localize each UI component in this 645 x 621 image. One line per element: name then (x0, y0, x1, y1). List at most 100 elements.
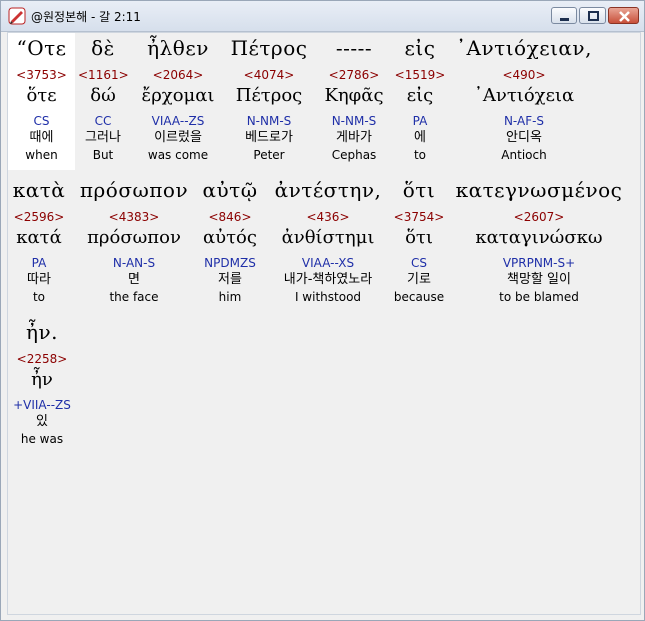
word-2[interactable]: δὲ <1161> δώ CC 그러나 But (78, 33, 129, 163)
lemma-text: ὅτι (405, 227, 433, 248)
word-4[interactable]: Πέτρος <4074> Πέτρος N-NM-S 베드로가 Peter (226, 33, 312, 163)
english-gloss: I withstood (294, 290, 362, 304)
greek-text: ἀντέστην, (274, 178, 382, 202)
korean-gloss: 기로 (407, 272, 431, 287)
greek-text: ὅτι (402, 178, 436, 202)
strong-number: <3753> (16, 68, 67, 82)
lemma-text: ὅτε (26, 85, 57, 106)
korean-gloss: 있 (36, 414, 48, 429)
korean-gloss: 그러나 (85, 130, 121, 145)
english-gloss: when (25, 148, 58, 162)
korean-gloss: 따라 (27, 272, 51, 287)
greek-text: ἦλθεν (147, 36, 209, 60)
parsing-code: PA (412, 114, 428, 128)
parsing-code: NPDMZS (204, 256, 256, 270)
word-11[interactable]: ἀντέστην, <436> ἀνθίστημι VIAA--XS 내가-책하… (270, 175, 386, 305)
parsing-code: CS (33, 114, 50, 128)
lemma-text: πρόσωπον (87, 227, 181, 248)
word-6[interactable]: εἰς <1519> εἰς PA 에 to (393, 33, 447, 163)
greek-text: ----- (335, 36, 373, 60)
close-icon (619, 11, 630, 22)
english-gloss: he was (20, 432, 64, 446)
english-gloss: to (413, 148, 427, 162)
strong-number: <846> (208, 210, 252, 224)
korean-gloss: 때에 (29, 130, 54, 145)
strong-number: <2786> (328, 68, 380, 82)
parsing-code: VPRPNM-S+ (502, 256, 576, 270)
strong-number: <2596> (13, 210, 65, 224)
greek-text: κατεγνωσμένος (455, 178, 623, 202)
lemma-text: Πέτρος (235, 85, 303, 106)
parsing-code: N-AF-S (503, 114, 545, 128)
english-gloss: because (393, 290, 445, 304)
greek-text: αὐτῷ (202, 178, 258, 202)
word-14[interactable]: ἦν. <2258> ἦν +VIIA--ZS 있 he was (8, 317, 76, 447)
greek-text: πρόσωπον (79, 178, 189, 202)
word-3[interactable]: ἦλθεν <2064> ἔρχομαι VIAA--ZS 이르렀을 was c… (136, 33, 220, 163)
word-8[interactable]: κατὰ <2596> κατά PA 따라 to (8, 175, 70, 305)
word-1[interactable]: “Οτε <3753> ὅτε CS 때에 when (8, 33, 75, 170)
parsing-code: N-NM-S (246, 114, 292, 128)
parsing-code: N-AN-S (112, 256, 156, 270)
english-gloss: Antioch (501, 148, 547, 162)
english-gloss: Peter (253, 148, 285, 162)
pen-app-icon (8, 7, 26, 25)
english-gloss: the face (109, 290, 159, 304)
interlinear-panel[interactable]: “Οτε <3753> ὅτε CS 때에 when δὲ <1161> δώ … (7, 32, 641, 615)
title-bar[interactable]: @원정본해 - 갈 2:11 (1, 1, 644, 32)
greek-text: ᾿Αντιόχειαν, (456, 36, 592, 60)
korean-gloss: 안디옥 (506, 130, 542, 145)
strong-number: <4383> (108, 210, 160, 224)
word-9[interactable]: πρόσωπον <4383> πρόσωπον N-AN-S 면 the fa… (78, 175, 190, 305)
parsing-code: CS (411, 256, 427, 270)
english-gloss: But (92, 148, 114, 162)
korean-gloss: 게바가 (336, 130, 372, 145)
greek-text: εἰς (404, 36, 436, 60)
lemma-text: αὐτός (203, 227, 257, 248)
lemma-text: καταγινώσκω (475, 227, 603, 248)
lemma-text: ἦν (31, 369, 53, 390)
maximize-icon (588, 11, 599, 21)
window-title: @원정본해 - 갈 2:11 (31, 10, 141, 24)
strong-number: <436> (306, 210, 350, 224)
strong-number: <1519> (394, 68, 446, 82)
lemma-text: Κηφᾶς (324, 85, 384, 106)
greek-text: κατὰ (12, 178, 66, 202)
parsing-code: N-NM-S (331, 114, 377, 128)
app-window: @원정본해 - 갈 2:11 “Οτε <3753> ὅτε CS 때에 whe… (0, 0, 645, 621)
word-12[interactable]: ὅτι <3754> ὅτι CS 기로 because (390, 175, 448, 305)
lemma-text: δώ (90, 85, 116, 106)
korean-gloss: 내가-책하였노라 (283, 272, 373, 287)
word-7[interactable]: ᾿Αντιόχειαν, <490> ᾿Αντιόχεια N-AF-S 안디옥… (454, 33, 594, 163)
strong-number: <2064> (152, 68, 204, 82)
english-gloss: Cephas (331, 148, 377, 162)
greek-text: Πέτρος (230, 36, 308, 60)
word-5[interactable]: ----- <2786> Κηφᾶς N-NM-S 게바가 Cephas (320, 33, 388, 163)
english-gloss: to (32, 290, 46, 304)
greek-text: ἦν. (26, 320, 58, 344)
word-10[interactable]: αὐτῷ <846> αὐτός NPDMZS 저를 him (196, 175, 264, 305)
strong-number: <2607> (513, 210, 565, 224)
lemma-text: ἔρχομαι (141, 85, 215, 106)
word-13[interactable]: κατεγνωσμένος <2607> καταγινώσκω VPRPNM-… (454, 175, 624, 305)
greek-text: “Οτε (16, 36, 67, 60)
maximize-button[interactable] (579, 7, 606, 24)
lemma-text: εἰς (406, 85, 434, 106)
parsing-code: CC (94, 114, 112, 128)
korean-gloss: 이르렀을 (154, 130, 202, 145)
strong-number: <490> (502, 68, 546, 82)
korean-gloss: 저를 (218, 272, 242, 287)
strong-number: <3754> (393, 210, 445, 224)
english-gloss: to be blamed (499, 290, 579, 304)
lemma-text: ᾿Αντιόχεια (473, 85, 575, 106)
lemma-text: κατά (16, 227, 62, 248)
strong-number: <2258> (16, 352, 68, 366)
minimize-button[interactable] (551, 7, 577, 24)
parsing-code: VIAA--XS (301, 256, 355, 270)
korean-gloss: 베드로가 (245, 130, 293, 145)
minimize-icon (560, 18, 569, 21)
close-button[interactable] (608, 7, 639, 24)
parsing-code: PA (31, 256, 47, 270)
parsing-code: +VIIA--ZS (13, 398, 71, 412)
greek-text: δὲ (91, 36, 115, 60)
